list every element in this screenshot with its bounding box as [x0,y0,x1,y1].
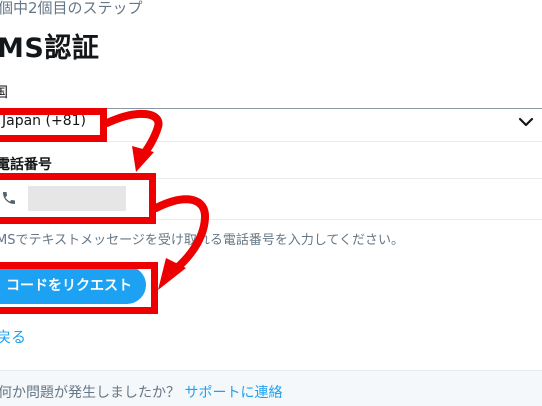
annotation-arrow-2 [152,195,209,290]
annotation-arrow-1 [103,109,163,172]
annotation-arrows [103,109,209,290]
